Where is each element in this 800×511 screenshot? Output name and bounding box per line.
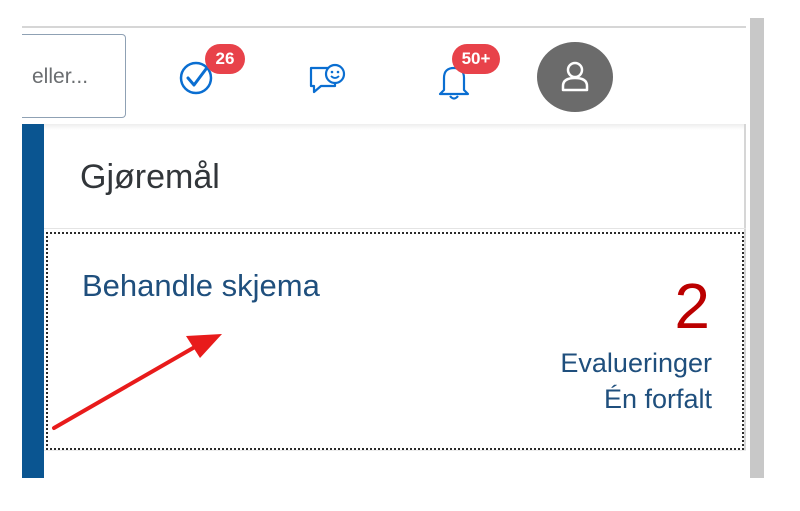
annotation-arrow-icon [52, 334, 222, 430]
tile-kpi-unit: Evalueringer [560, 348, 712, 378]
tile-kpi-number: 2 [674, 270, 710, 342]
shell-header [22, 28, 746, 124]
title-divider [44, 228, 746, 229]
panel-right-border [744, 124, 746, 478]
section-title: Gjøremål [80, 158, 220, 196]
tile-info-text: Én forfalt [603, 384, 712, 414]
feedback-button[interactable] [305, 60, 349, 100]
tile-bottom-area [44, 450, 746, 479]
search-input-text: eller... [32, 65, 89, 88]
vertical-scrollbar[interactable] [750, 18, 764, 478]
tasks-count-badge: 26 [205, 44, 245, 74]
notifications-count-badge: 50+ [452, 44, 500, 74]
user-avatar[interactable] [537, 42, 613, 112]
tile-title: Behandle skjema [82, 268, 320, 303]
person-icon [561, 61, 589, 92]
feedback-icon [309, 63, 346, 94]
search-input[interactable]: eller... [22, 34, 126, 118]
header-shadow [22, 124, 746, 130]
